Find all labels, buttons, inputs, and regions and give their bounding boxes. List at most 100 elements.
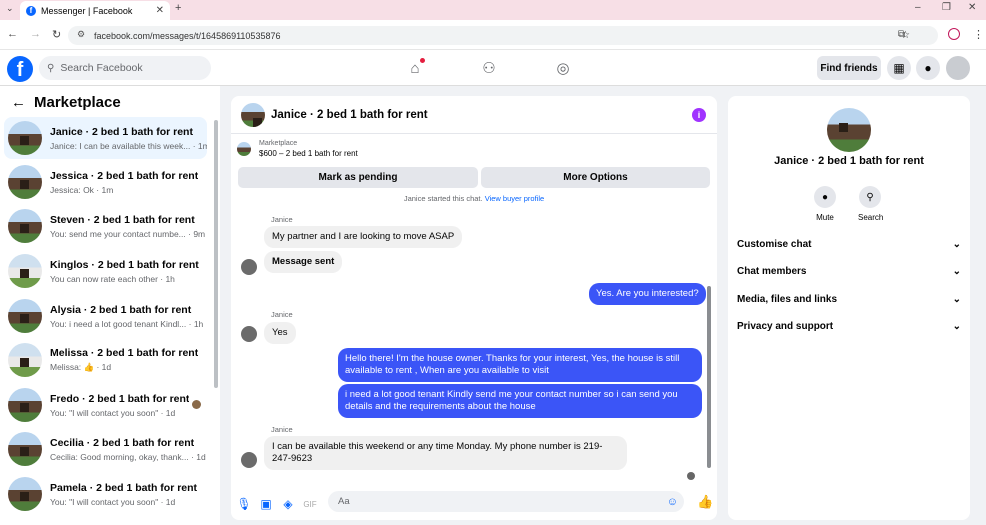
search-action[interactable]: ⚲ Search (858, 186, 883, 222)
cast-icon[interactable]: ⧉ (898, 29, 905, 40)
listing-title: $600 – 2 bed 1 bath for rent (259, 149, 358, 158)
avatar[interactable] (946, 56, 970, 80)
tab-title: Messenger | Facebook (41, 5, 133, 16)
chevron-down-icon: ⌄ (952, 320, 961, 332)
conversation-name: Fredo · 2 bed 1 bath for rent (50, 392, 190, 405)
conversation-name: Cecilia · 2 bed 1 bath for rent (50, 436, 195, 449)
chat-header: Janice · 2 bed 1 bath for rent (231, 96, 717, 134)
restore-icon[interactable]: ❐ (942, 2, 951, 13)
like-icon[interactable]: 👍 (697, 494, 713, 510)
sender-avatar (241, 259, 257, 275)
sticker-icon[interactable]: ◈ (277, 497, 299, 511)
facebook-logo-icon[interactable]: f (7, 56, 33, 82)
forward-icon[interactable]: → (30, 28, 41, 40)
privacy-support-row[interactable]: Privacy and support ⌄ (737, 316, 961, 336)
listing-photo (827, 108, 871, 152)
conversation-name: Jessica · 2 bed 1 bath for rent (50, 169, 199, 182)
chevron-down-icon: ⌄ (952, 265, 961, 277)
customise-chat-row[interactable]: Customise chat ⌄ (737, 234, 961, 254)
listing-thumbnail (237, 142, 251, 156)
notifications-icon[interactable]: ● (916, 56, 940, 80)
conversation-snippet: You can now rate each other · 1h (50, 273, 175, 284)
info-icon[interactable]: i (692, 108, 706, 122)
conversation-item[interactable]: Alysia · 2 bed 1 bath for rent You: i nee… (4, 295, 207, 337)
conversation-snippet: Jessica: Ok · 1m (50, 184, 114, 195)
profile-icon[interactable] (948, 28, 960, 40)
chat-thumbnail (241, 102, 265, 127)
emoji-icon[interactable]: ☺ (667, 496, 678, 508)
message-incoming[interactable]: Message sent (264, 251, 343, 273)
browser-menu-icon[interactable]: ⋮ (973, 28, 984, 41)
conversation-item[interactable]: Kinglos · 2 bed 1 bath for rent You can n… (4, 250, 207, 292)
new-tab-icon[interactable]: + (175, 2, 181, 14)
message-outgoing[interactable]: Yes. Are you interested? (589, 283, 706, 305)
mute-action[interactable]: ● Mute (813, 186, 837, 222)
conversation-item[interactable]: Janice · 2 bed 1 bath for rent Janice: I … (4, 117, 207, 159)
conversation-name: Kinglos · 2 bed 1 bath for rent (50, 258, 199, 271)
url-field[interactable]: ⚙ facebook.com/messages/t/16458691105358… (68, 26, 938, 45)
bell-icon: ● (814, 186, 836, 208)
chat-members-row[interactable]: Chat members ⌄ (737, 261, 961, 281)
media-files-row[interactable]: Media, files and links ⌄ (737, 289, 961, 309)
chat-panel: Janice · 2 bed 1 bath for rent i Marketp… (231, 96, 717, 520)
listing-thumbnail (8, 432, 42, 466)
friends-icon[interactable]: ⚇ (480, 59, 498, 77)
conversation-name: Pamela · 2 bed 1 bath for rent (50, 481, 198, 494)
conversation-snippet: You: "I will contact you soon" · 1d (50, 496, 176, 507)
tab-menu-icon[interactable]: ⌄ (6, 3, 14, 14)
listing-thumbnail (8, 299, 42, 333)
conversation-snippet: Cecilia: Good morning, okay, thank... · … (50, 451, 206, 462)
message-outgoing[interactable]: Hello there! I'm the house owner. Thanks… (338, 348, 702, 382)
message-input[interactable]: Aa ☺ (328, 491, 684, 512)
conversation-name: Alysia · 2 bed 1 bath for rent (50, 303, 192, 316)
conversation-item[interactable]: Cecilia · 2 bed 1 bath for rent Cecilia: … (4, 428, 207, 470)
search-input[interactable]: ⚲ Search Facebook (39, 56, 211, 80)
window-close-icon[interactable]: ✕ (968, 2, 976, 13)
listing-thumbnail (8, 165, 42, 199)
sidebar-title: ← Marketplace (11, 94, 121, 111)
minimize-icon[interactable]: – (915, 2, 921, 13)
message-incoming[interactable]: I can be available this weekend or any t… (264, 436, 627, 470)
conversation-item[interactable]: Jessica · 2 bed 1 bath for rent Jessica: … (4, 161, 207, 203)
gif-icon[interactable]: GIF (299, 500, 321, 509)
sender-name: Janice (271, 425, 293, 434)
marketplace-listing[interactable]: Marketplace $600 – 2 bed 1 bath for rent (237, 140, 711, 158)
section-label: Privacy and support (737, 320, 834, 332)
mute-label: Mute (816, 213, 834, 222)
view-buyer-profile-link[interactable]: View buyer profile (485, 194, 544, 203)
find-friends-button[interactable]: Find friends (817, 56, 881, 80)
site-info-icon[interactable]: ⚙ (77, 29, 85, 40)
conversation-item[interactable]: Pamela · 2 bed 1 bath for rent You: "I wi… (4, 473, 207, 515)
url-text: facebook.com/messages/t/1645869110535876 (94, 30, 281, 41)
sidebar-scrollbar[interactable] (214, 120, 218, 388)
message-incoming[interactable]: My partner and I are looking to move ASA… (264, 226, 463, 248)
listing-thumbnail (8, 121, 42, 155)
more-options-button[interactable]: More Options (481, 167, 710, 188)
groups-icon[interactable]: ◎ (554, 59, 572, 77)
menu-grid-icon[interactable]: ▦ (887, 56, 911, 80)
conversation-item[interactable]: Melissa · 2 bed 1 bath for rent Melissa: … (4, 339, 207, 381)
facebook-favicon-icon: f (26, 5, 36, 16)
message-outgoing[interactable]: i need a lot good tenant Kindly send me … (338, 384, 702, 418)
back-arrow-icon[interactable]: ← (11, 94, 26, 111)
conversation-item[interactable]: Steven · 2 bed 1 bath for rent You: send … (4, 205, 207, 247)
search-icon: ⚲ (47, 62, 55, 74)
details-title: Janice · 2 bed 1 bath for rent (774, 155, 924, 167)
browser-tab[interactable]: f Messenger | Facebook ✕ (20, 1, 170, 20)
read-receipt-avatar (687, 472, 695, 480)
conversation-snippet: Janice: I can be available this week... … (50, 140, 207, 151)
back-icon[interactable]: ← (7, 28, 18, 40)
tab-close-icon[interactable]: ✕ (156, 5, 164, 16)
reload-icon[interactable]: ↻ (52, 28, 61, 41)
chevron-down-icon: ⌄ (952, 238, 961, 250)
conversation-snippet: You: send me your contact numbe... · 9m (50, 228, 206, 239)
chat-scrollbar[interactable] (707, 286, 711, 468)
conversation-snippet: You: i need a lot good tenant Kindl... ·… (50, 318, 204, 329)
microphone-icon[interactable]: 🎙 (233, 497, 255, 511)
message-placeholder: Aa (338, 496, 350, 507)
mark-pending-button[interactable]: Mark as pending (238, 167, 478, 188)
conversation-item[interactable]: Fredo · 2 bed 1 bath for rent You: "I wil… (4, 384, 207, 426)
message-incoming[interactable]: Yes (264, 322, 296, 344)
photo-icon[interactable]: ▣ (255, 497, 277, 511)
marketplace-label: Marketplace (259, 140, 298, 147)
